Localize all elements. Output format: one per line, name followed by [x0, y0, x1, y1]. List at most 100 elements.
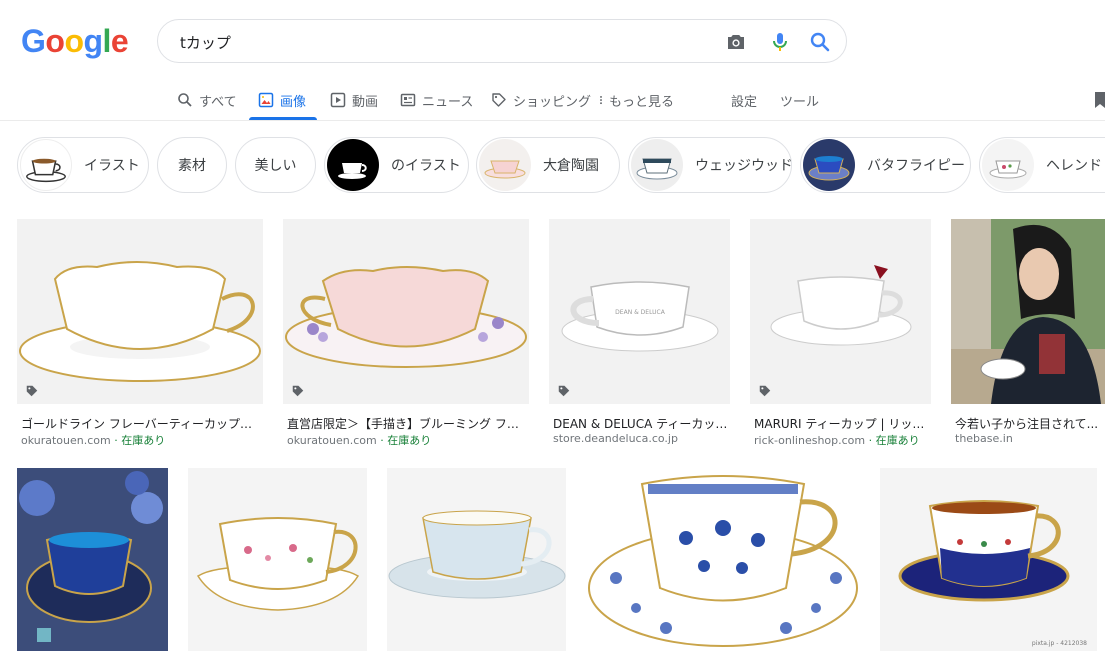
chip-thumbnail	[803, 139, 855, 191]
tab-news[interactable]: ニュース	[400, 88, 473, 112]
chip-wedgwood[interactable]: ウェッジウッド	[628, 137, 792, 193]
chip-beautiful[interactable]: 美しい	[235, 137, 316, 193]
chip-thumbnail	[20, 139, 72, 191]
image-result[interactable]	[17, 468, 168, 651]
result-title[interactable]: 直営店限定＞【手描き】ブルーミング フレー...	[287, 415, 527, 432]
result-image	[586, 468, 860, 651]
chip-thumbnail	[327, 139, 379, 191]
tab-images[interactable]: 画像	[258, 88, 306, 112]
chip-thumbnail	[479, 139, 531, 191]
tab-label: 画像	[280, 94, 307, 110]
chip-okura[interactable]: 大倉陶園	[476, 137, 620, 193]
search-box	[157, 19, 847, 63]
result-image: pixta.jp - 4212038	[880, 468, 1097, 651]
search-input[interactable]	[178, 30, 702, 54]
chip-label: ウェッジウッド	[695, 158, 792, 174]
result-source: store.deandeluca.co.jp	[553, 432, 678, 445]
image-result[interactable]: MARURI ティーカップ | リックオ... rick-onlineshop.…	[750, 219, 931, 449]
source-domain: okuratouen.com	[287, 434, 377, 447]
shopping-tag-icon	[558, 385, 570, 397]
tab-label: ショッピング	[513, 94, 592, 110]
result-image	[17, 468, 168, 651]
image-result[interactable]: 今若い子から注目されて... thebase.in	[951, 219, 1105, 449]
image-result[interactable]: DEAN & DELUCA DEAN & DELUCA ティーカップ... st…	[549, 219, 730, 449]
logo-letter: e	[110, 23, 129, 59]
chip-label: イラスト	[84, 158, 140, 174]
image-result[interactable]	[586, 468, 860, 651]
video-icon	[330, 92, 346, 108]
result-source: rick-onlineshop.com · 在庫あり	[754, 432, 920, 448]
image-result[interactable]: ゴールドライン フレーバーティーカップ＆ソー... okuratouen.com…	[17, 219, 263, 449]
result-image	[283, 219, 529, 404]
result-image: DEAN & DELUCA	[549, 219, 730, 404]
chip-illust[interactable]: イラスト	[17, 137, 149, 193]
tab-videos[interactable]: 動画	[330, 88, 378, 112]
chip-label: のイラスト	[391, 158, 461, 174]
image-result[interactable]	[387, 468, 566, 651]
active-tab-indicator	[249, 117, 317, 120]
image-icon	[258, 92, 274, 108]
microphone-icon[interactable]	[768, 30, 792, 54]
chip-label: 素材	[178, 158, 206, 174]
result-source: okuratouen.com · 在庫あり	[287, 432, 431, 448]
cup-print-text: DEAN & DELUCA	[615, 309, 666, 316]
tab-label: もっと見る	[609, 94, 675, 110]
chip-thumbnail	[982, 139, 1034, 191]
news-icon	[400, 93, 416, 107]
tag-icon	[492, 93, 506, 107]
result-title[interactable]: MARURI ティーカップ | リックオ...	[754, 415, 931, 432]
tab-more[interactable]: もっと見る	[596, 88, 674, 112]
source-domain: thebase.in	[955, 432, 1013, 445]
tab-all[interactable]: すべて	[177, 88, 237, 112]
logo-letter: o	[64, 23, 84, 59]
chip-herend[interactable]: ヘレンド	[979, 137, 1105, 193]
tab-label: ツール	[780, 94, 820, 110]
source-domain: store.deandeluca.co.jp	[553, 432, 678, 445]
image-result[interactable]	[188, 468, 367, 651]
result-title[interactable]: 今若い子から注目されて...	[955, 415, 1103, 432]
search-icon[interactable]	[808, 30, 832, 54]
source-domain: okuratouen.com	[21, 434, 111, 447]
result-source: okuratouen.com · 在庫あり	[21, 432, 165, 448]
bookmark-icon[interactable]	[1095, 92, 1105, 108]
result-image	[17, 219, 263, 404]
chip-label: 大倉陶園	[543, 158, 599, 174]
logo-letter: o	[45, 23, 65, 59]
shopping-tag-icon	[759, 385, 771, 397]
logo-letter: G	[21, 23, 46, 59]
logo-letter: l	[102, 23, 112, 59]
result-title[interactable]: ゴールドライン フレーバーティーカップ＆ソー...	[21, 415, 261, 432]
chip-label: 美しい	[254, 158, 297, 174]
result-image	[188, 468, 367, 651]
chip-thumbnail	[631, 139, 683, 191]
shopping-tag-icon	[26, 385, 38, 397]
chip-no-illust[interactable]: のイラスト	[324, 137, 469, 193]
image-result[interactable]: pixta.jp - 4212038	[880, 468, 1097, 651]
tab-label: すべて	[199, 94, 237, 110]
tab-label: 動画	[352, 94, 379, 110]
result-image	[750, 219, 931, 404]
result-title[interactable]: DEAN & DELUCA ティーカップ...	[553, 415, 730, 432]
stock-status: · 在庫あり	[376, 434, 432, 447]
result-image	[387, 468, 566, 651]
logo-letter: g	[83, 23, 103, 59]
camera-icon[interactable]	[724, 30, 748, 54]
tab-label: ニュース	[422, 94, 474, 110]
chip-butterfly-pea[interactable]: バタフライピー	[800, 137, 971, 193]
image-result[interactable]: 直営店限定＞【手描き】ブルーミング フレー... okuratouen.com …	[283, 219, 529, 449]
chip-label: バタフライピー	[867, 158, 965, 174]
chip-label: ヘレンド	[1046, 158, 1102, 174]
more-icon	[600, 95, 602, 105]
shopping-tag-icon	[292, 385, 304, 397]
tools-link[interactable]: ツール	[780, 88, 819, 112]
source-domain: rick-onlineshop.com	[754, 434, 866, 447]
tab-label: 設定	[731, 94, 758, 110]
tab-shopping[interactable]: ショッピング	[491, 88, 591, 112]
stock-status: · 在庫あり	[110, 434, 166, 447]
chip-material[interactable]: 素材	[157, 137, 227, 193]
watermark-text: pixta.jp - 4212038	[1031, 640, 1087, 647]
stock-status: · 在庫あり	[865, 434, 920, 447]
result-source: thebase.in	[955, 432, 1013, 445]
settings-link[interactable]: 設定	[731, 88, 757, 112]
google-logo[interactable]: Google	[21, 23, 129, 60]
